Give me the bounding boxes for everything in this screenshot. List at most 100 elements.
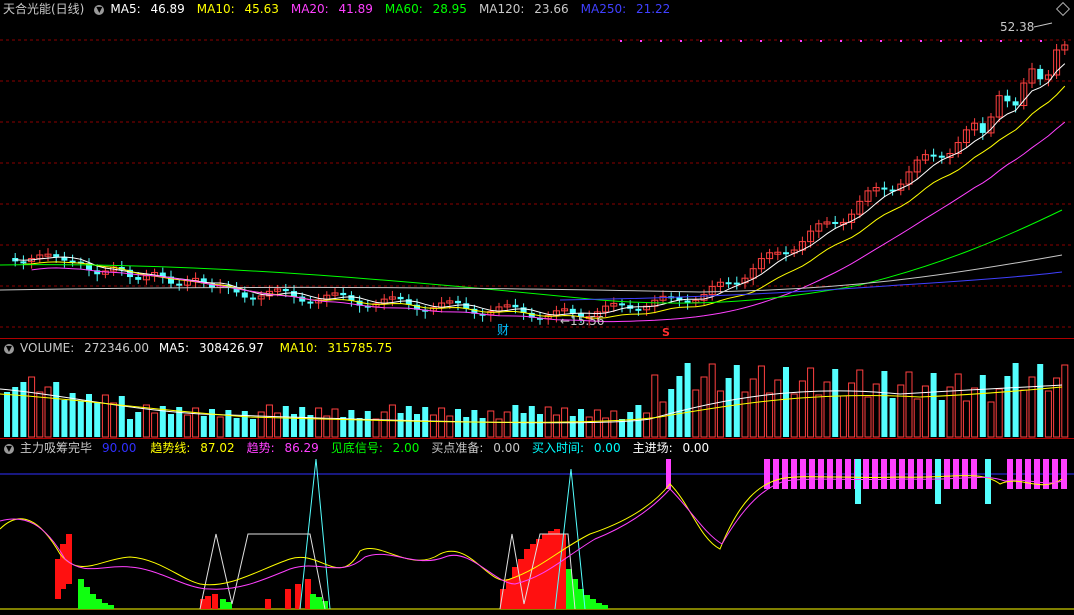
volume-bar bbox=[168, 414, 174, 437]
volume-bar bbox=[979, 375, 986, 437]
red-histogram-bar bbox=[265, 599, 271, 609]
volume-bar bbox=[832, 369, 839, 437]
indicator-title-value: 90.00 bbox=[102, 441, 137, 455]
volume-bar bbox=[783, 367, 789, 437]
ma-legend-item: MA250: 21.22 bbox=[581, 2, 677, 16]
volume-bar bbox=[487, 410, 495, 438]
indicator-legend-item: 主进场: 0.00 bbox=[633, 441, 716, 455]
volume-collapse-icon[interactable]: ▼ bbox=[4, 343, 14, 354]
volume-title: VOLUME: bbox=[20, 341, 75, 355]
magenta-signal-bar bbox=[890, 459, 896, 489]
indicator-value: 0.00 bbox=[489, 441, 520, 455]
volume-bar bbox=[905, 371, 913, 438]
magenta-signal-bar bbox=[845, 459, 851, 489]
signal-dot bbox=[760, 40, 762, 42]
signal-dot bbox=[880, 40, 882, 42]
candle-body bbox=[733, 282, 740, 285]
ma-value: 46.89 bbox=[146, 2, 185, 16]
candle-body bbox=[307, 301, 314, 304]
candle-body bbox=[53, 254, 60, 257]
volume-bar bbox=[364, 411, 371, 437]
volume-bar bbox=[94, 402, 101, 437]
volume-bar bbox=[708, 363, 716, 438]
cyan-signal-bar bbox=[985, 459, 991, 504]
volume-bar bbox=[856, 369, 864, 438]
volume-bar bbox=[438, 407, 446, 438]
ma-legend-item: MA60: 28.95 bbox=[385, 2, 473, 16]
indicator-label: 买入时间: bbox=[532, 441, 585, 455]
green-histogram-bar bbox=[90, 594, 96, 609]
volume-header: ▼ VOLUME: 272346.00 MA5: 308426.97 MA10: … bbox=[0, 339, 404, 357]
magenta-signal-bar bbox=[827, 459, 833, 489]
volume-bar bbox=[651, 374, 659, 438]
volume-bar bbox=[209, 409, 215, 437]
volume-bar bbox=[397, 413, 404, 437]
volume-bar bbox=[593, 409, 601, 438]
indicator-panel[interactable]: ▼ 主力吸筹完毕 90.00 趋势线: 87.02 趋势: 86.29 见底信号: 2.0… bbox=[0, 439, 1074, 615]
magenta-signal-bar bbox=[863, 459, 869, 489]
s-marker: S bbox=[662, 326, 670, 338]
volume-bar bbox=[790, 393, 798, 438]
price-chart[interactable]: 52.38 ←15.56 财 S bbox=[0, 0, 1074, 338]
volume-bar bbox=[282, 406, 289, 437]
candle-body bbox=[725, 282, 732, 285]
indicator-legend-item: 趋势: 86.29 bbox=[247, 441, 325, 455]
ma-label: MA20: bbox=[290, 2, 329, 16]
volume-bar bbox=[716, 390, 724, 438]
signal-dot bbox=[960, 40, 962, 42]
magenta-signal-bar bbox=[908, 459, 914, 489]
volume-bar bbox=[471, 410, 478, 437]
volume-bar bbox=[414, 414, 420, 437]
signal-dot bbox=[620, 40, 622, 42]
volume-bar bbox=[938, 400, 945, 437]
indicator-value: 2.00 bbox=[388, 441, 420, 455]
candle-body bbox=[397, 296, 404, 300]
candle-body bbox=[250, 297, 256, 300]
volume-bar bbox=[216, 416, 224, 438]
high-arrow bbox=[1033, 22, 1053, 28]
volume-bar bbox=[200, 416, 207, 437]
ma-value: 28.95 bbox=[428, 2, 467, 16]
volume-ma10-label: MA10: bbox=[279, 341, 318, 355]
volume-bar bbox=[315, 407, 323, 438]
signal-dot bbox=[900, 40, 902, 42]
magenta-signal-bar bbox=[971, 459, 977, 489]
high-price-label: 52.38 bbox=[1000, 20, 1034, 34]
volume-bar bbox=[4, 392, 10, 437]
signal-dot bbox=[1000, 40, 1002, 42]
indicator-value: 0.00 bbox=[678, 441, 710, 455]
candle-body bbox=[1012, 101, 1019, 106]
volume-bar bbox=[118, 396, 125, 437]
signal-dot bbox=[860, 40, 862, 42]
ma-legend-item: MA120: 23.66 bbox=[479, 2, 575, 16]
candle-body bbox=[455, 300, 461, 304]
volume-bar bbox=[446, 415, 454, 438]
volume-bar bbox=[1012, 363, 1019, 437]
indicator-collapse-icon[interactable]: ▼ bbox=[4, 443, 14, 454]
magenta-signal-bar bbox=[926, 459, 932, 489]
collapse-toggle-icon[interactable]: ▼ bbox=[94, 4, 105, 15]
signal-dot bbox=[940, 40, 942, 42]
magenta-signal-bar bbox=[899, 459, 905, 489]
magenta-signal-bar bbox=[872, 459, 878, 489]
magenta-signal-bar bbox=[1016, 459, 1022, 489]
volume-bar bbox=[643, 412, 651, 438]
volume-bar bbox=[1061, 364, 1069, 438]
candle-body bbox=[241, 292, 248, 298]
volume-bar bbox=[610, 410, 618, 438]
volume-panel[interactable]: ▼ VOLUME: 272346.00 MA5: 308426.97 MA10: … bbox=[0, 339, 1074, 438]
volume-bar bbox=[971, 387, 979, 438]
volume-bar bbox=[20, 382, 27, 437]
cyan-signal-bar bbox=[855, 459, 861, 504]
volume-bar bbox=[1028, 376, 1036, 438]
volume-bar bbox=[815, 394, 823, 438]
volume-bar bbox=[233, 418, 240, 437]
indicator-label: 主进场: bbox=[632, 441, 673, 455]
candle-body bbox=[684, 300, 691, 303]
magenta-signal-bar bbox=[1025, 459, 1031, 489]
indicator-value: 0.00 bbox=[590, 441, 621, 455]
price-panel[interactable]: 52.38 ←15.56 财 S 天合光能(日线) ▼ MA5: 46.89 MA10: 4… bbox=[0, 0, 1074, 338]
signal-dot bbox=[980, 40, 982, 42]
signal-dot bbox=[1020, 40, 1022, 42]
indicator-chart[interactable] bbox=[0, 439, 1074, 615]
